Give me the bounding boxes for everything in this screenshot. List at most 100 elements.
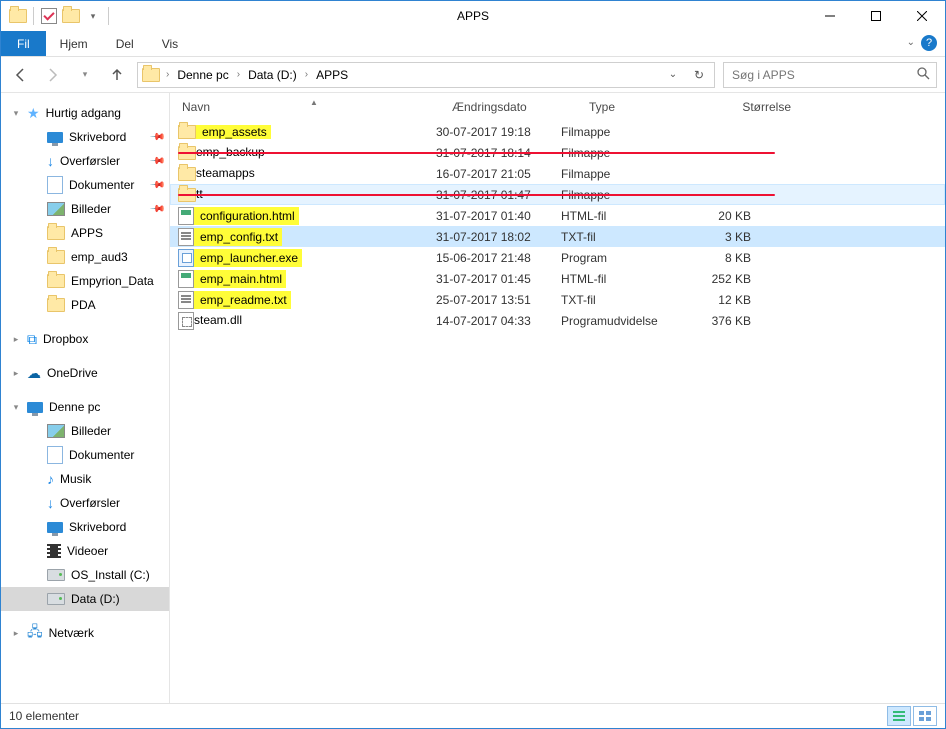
- folder-icon: [178, 125, 196, 139]
- file-size: 12 KB: [679, 293, 763, 307]
- navigation-pane[interactable]: ▾ ★ Hurtig adgang Skrivebord📌 ↓Overførsl…: [1, 93, 170, 703]
- nav-item[interactable]: ↓Overførsler📌: [1, 149, 169, 173]
- file-type: Filmappe: [561, 167, 679, 181]
- refresh-icon[interactable]: ↻: [688, 68, 710, 82]
- file-name: steamapps: [196, 166, 255, 180]
- red-annotation: [178, 194, 775, 196]
- column-size[interactable]: Størrelse: [707, 100, 803, 114]
- nav-onedrive[interactable]: ▸☁OneDrive: [1, 361, 169, 385]
- nav-network[interactable]: ▸🖧Netværk: [1, 621, 169, 645]
- nav-item[interactable]: Dokumenter: [1, 443, 169, 467]
- up-button[interactable]: [105, 63, 129, 87]
- chevron-right-icon[interactable]: ›: [303, 69, 310, 80]
- file-list[interactable]: Navn▲ Ændringsdato Type Størrelse emp_as…: [170, 93, 945, 703]
- pin-icon: 📌: [148, 177, 165, 194]
- nav-item[interactable]: Empyrion_Data: [1, 269, 169, 293]
- caret-right-icon[interactable]: ▸: [11, 334, 21, 345]
- column-headers: Navn▲ Ændringsdato Type Størrelse: [170, 93, 945, 121]
- qat-separator-2: [108, 7, 109, 25]
- file-row[interactable]: steamapps16-07-2017 21:05Filmappe: [170, 163, 945, 184]
- chevron-right-icon[interactable]: ›: [235, 69, 242, 80]
- folder-icon: [178, 167, 196, 181]
- computer-icon: [27, 402, 43, 413]
- nav-item[interactable]: Dokumenter📌: [1, 173, 169, 197]
- file-row[interactable]: emp_readme.txt25-07-2017 13:51TXT-fil12 …: [170, 289, 945, 310]
- desktop-icon: [47, 522, 63, 533]
- nav-item[interactable]: Data (D:): [1, 587, 169, 611]
- ribbon-expand-icon[interactable]: ⌄: [907, 37, 915, 48]
- help-icon[interactable]: ?: [921, 35, 937, 51]
- file-row[interactable]: configuration.html31-07-2017 01:40HTML-f…: [170, 205, 945, 226]
- address-bar[interactable]: › Denne pc › Data (D:) › APPS ⌄ ↻: [137, 62, 715, 88]
- caret-right-icon[interactable]: ▸: [11, 368, 21, 379]
- app-icon[interactable]: [7, 5, 29, 27]
- htmlf-icon: [178, 270, 194, 288]
- nav-item[interactable]: APPS: [1, 221, 169, 245]
- file-row[interactable]: emp_backup31-07-2017 18:14Filmappe: [170, 142, 945, 163]
- nav-item[interactable]: Videoer: [1, 539, 169, 563]
- nav-item[interactable]: ↓Overførsler: [1, 491, 169, 515]
- file-row[interactable]: emp_config.txt31-07-2017 18:02TXT-fil3 K…: [170, 226, 945, 247]
- minimize-button[interactable]: [807, 1, 853, 31]
- nav-item[interactable]: emp_aud3: [1, 245, 169, 269]
- nav-item[interactable]: OS_Install (C:): [1, 563, 169, 587]
- view-details-icon[interactable]: [887, 706, 911, 726]
- qat-newfolder-icon[interactable]: [60, 5, 82, 27]
- qat-dropdown-icon[interactable]: ▾: [82, 5, 104, 27]
- tab-home[interactable]: Hjem: [46, 31, 102, 56]
- file-date: 31-07-2017 01:45: [436, 272, 561, 286]
- file-name: steam.dll: [194, 313, 242, 327]
- address-dropdown-icon[interactable]: ⌄: [662, 69, 684, 80]
- address-folder-icon: [142, 68, 160, 82]
- close-button[interactable]: [899, 1, 945, 31]
- file-row[interactable]: steam.dll14-07-2017 04:33Programudvidels…: [170, 310, 945, 331]
- file-row[interactable]: emp_assets30-07-2017 19:18Filmappe: [170, 121, 945, 142]
- search-box[interactable]: [723, 62, 937, 88]
- column-name[interactable]: Navn▲: [170, 100, 440, 114]
- nav-item[interactable]: ♪Musik: [1, 467, 169, 491]
- maximize-button[interactable]: [853, 1, 899, 31]
- search-input[interactable]: [730, 67, 916, 83]
- nav-dropbox[interactable]: ▸⧉Dropbox: [1, 327, 169, 351]
- forward-button[interactable]: [41, 63, 65, 87]
- breadcrumb-item[interactable]: Denne pc: [175, 68, 230, 82]
- tab-view[interactable]: Vis: [148, 31, 192, 56]
- drive-icon: [47, 593, 65, 605]
- nav-item[interactable]: Billeder: [1, 419, 169, 443]
- nav-this-pc[interactable]: ▾Denne pc: [1, 395, 169, 419]
- nav-item[interactable]: Billeder📌: [1, 197, 169, 221]
- search-icon[interactable]: [916, 66, 930, 83]
- qat-properties-icon[interactable]: [38, 5, 60, 27]
- txtf-icon: [178, 228, 194, 246]
- back-button[interactable]: [9, 63, 33, 87]
- window-controls: [807, 1, 945, 31]
- nav-item[interactable]: Skrivebord: [1, 515, 169, 539]
- breadcrumb-item[interactable]: Data (D:): [246, 68, 299, 82]
- recent-dropdown-icon[interactable]: ▾: [73, 63, 97, 87]
- caret-down-icon[interactable]: ▾: [11, 108, 21, 119]
- file-date: 14-07-2017 04:33: [436, 314, 561, 328]
- caret-right-icon[interactable]: ▸: [11, 628, 21, 639]
- explorer-window: ▾ APPS Fil Hjem Del Vis ⌄ ? ▾ ›: [0, 0, 946, 729]
- file-row[interactable]: emp_launcher.exe15-06-2017 21:48Program8…: [170, 247, 945, 268]
- caret-down-icon[interactable]: ▾: [11, 402, 21, 413]
- file-rows: emp_assets30-07-2017 19:18Filmappeemp_ba…: [170, 121, 945, 331]
- star-icon: ★: [27, 105, 40, 122]
- folder-icon: [47, 226, 65, 240]
- file-name: emp_config.txt: [200, 230, 278, 244]
- nav-quick-access[interactable]: ▾ ★ Hurtig adgang: [1, 101, 169, 125]
- view-large-icon[interactable]: [913, 706, 937, 726]
- column-date[interactable]: Ændringsdato: [440, 100, 577, 114]
- file-row[interactable]: tt31-07-2017 01:47Filmappe: [170, 184, 945, 205]
- nav-item[interactable]: PDA: [1, 293, 169, 317]
- exef-icon: [178, 249, 194, 267]
- column-type[interactable]: Type: [577, 100, 707, 114]
- file-name: emp_readme.txt: [200, 293, 287, 307]
- file-row[interactable]: emp_main.html31-07-2017 01:45HTML-fil252…: [170, 268, 945, 289]
- breadcrumb-item[interactable]: APPS: [314, 68, 350, 82]
- htmlf-icon: [178, 207, 194, 225]
- tab-file[interactable]: Fil: [1, 31, 46, 56]
- nav-item[interactable]: Skrivebord📌: [1, 125, 169, 149]
- chevron-right-icon[interactable]: ›: [164, 69, 171, 80]
- tab-share[interactable]: Del: [102, 31, 148, 56]
